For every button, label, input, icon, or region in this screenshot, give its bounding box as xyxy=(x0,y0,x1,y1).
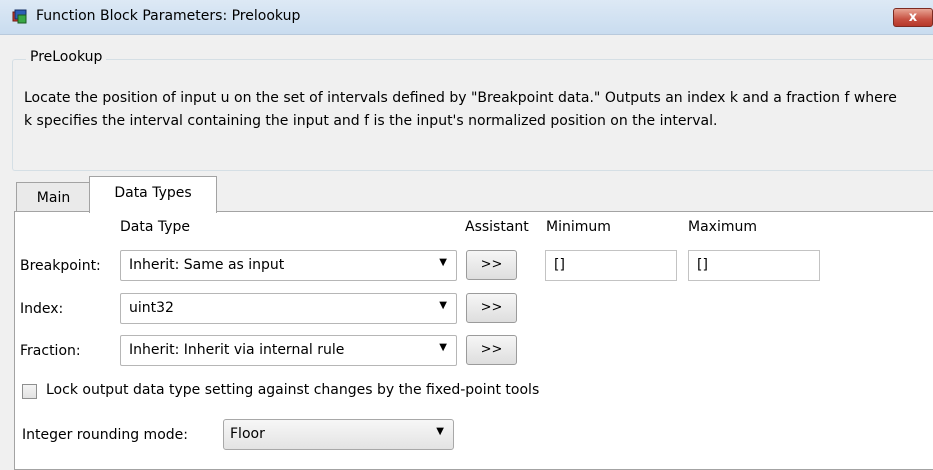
block-description: Locate the position of input u on the se… xyxy=(24,90,897,129)
chevron-down-icon: ▼ xyxy=(439,300,447,311)
index-label: Index: xyxy=(20,301,64,317)
tab-main[interactable]: Main xyxy=(16,182,91,212)
tab-main-label: Main xyxy=(36,190,71,206)
lock-data-type-checkbox[interactable] xyxy=(22,384,37,399)
fraction-data-type-select[interactable]: Inherit: Inherit via internal rule ▼ xyxy=(120,335,457,366)
group-title: PreLookup xyxy=(26,49,107,65)
breakpoint-label: Breakpoint: xyxy=(20,258,101,274)
breakpoint-maximum-field[interactable]: [] xyxy=(688,250,820,281)
index-data-type-value: uint32 xyxy=(129,300,174,316)
title-bar: Function Block Parameters: Prelookup x xyxy=(0,0,933,35)
fraction-data-type-value: Inherit: Inherit via internal rule xyxy=(129,342,345,358)
chevron-down-icon: ▼ xyxy=(439,257,447,268)
index-assistant-button[interactable]: >> xyxy=(466,293,517,323)
column-header-maximum: Maximum xyxy=(688,219,757,235)
chevron-down-icon: ▼ xyxy=(436,426,444,437)
simulink-block-icon xyxy=(12,9,27,24)
column-header-data-type: Data Type xyxy=(120,219,191,235)
close-button[interactable]: x xyxy=(893,8,933,27)
close-icon: x xyxy=(908,10,918,25)
tab-data-types-label: Data Types xyxy=(114,185,192,201)
fraction-label: Fraction: xyxy=(20,343,81,359)
breakpoint-minimum-value: [] xyxy=(554,257,565,273)
breakpoint-data-type-select[interactable]: Inherit: Same as input ▼ xyxy=(120,250,457,281)
column-header-minimum: Minimum xyxy=(546,219,611,235)
rounding-mode-select[interactable]: Floor ▼ xyxy=(223,419,454,450)
breakpoint-data-type-value: Inherit: Same as input xyxy=(129,257,285,273)
tab-data-types[interactable]: Data Types xyxy=(89,176,217,213)
breakpoint-minimum-field[interactable]: [] xyxy=(545,250,677,281)
lock-data-type-label[interactable]: Lock output data type setting against ch… xyxy=(46,382,539,398)
rounding-mode-label: Integer rounding mode: xyxy=(22,427,188,443)
index-data-type-select[interactable]: uint32 ▼ xyxy=(120,293,457,324)
fraction-assistant-button[interactable]: >> xyxy=(466,335,517,365)
rounding-mode-value: Floor xyxy=(230,426,265,442)
breakpoint-assistant-button[interactable]: >> xyxy=(466,250,517,280)
dialog-body: PreLookup Locate the position of input u… xyxy=(0,35,933,470)
chevron-down-icon: ▼ xyxy=(439,342,447,353)
column-header-assistant: Assistant xyxy=(465,219,529,235)
breakpoint-maximum-value: [] xyxy=(697,257,708,273)
window-title: Function Block Parameters: Prelookup xyxy=(36,8,301,24)
